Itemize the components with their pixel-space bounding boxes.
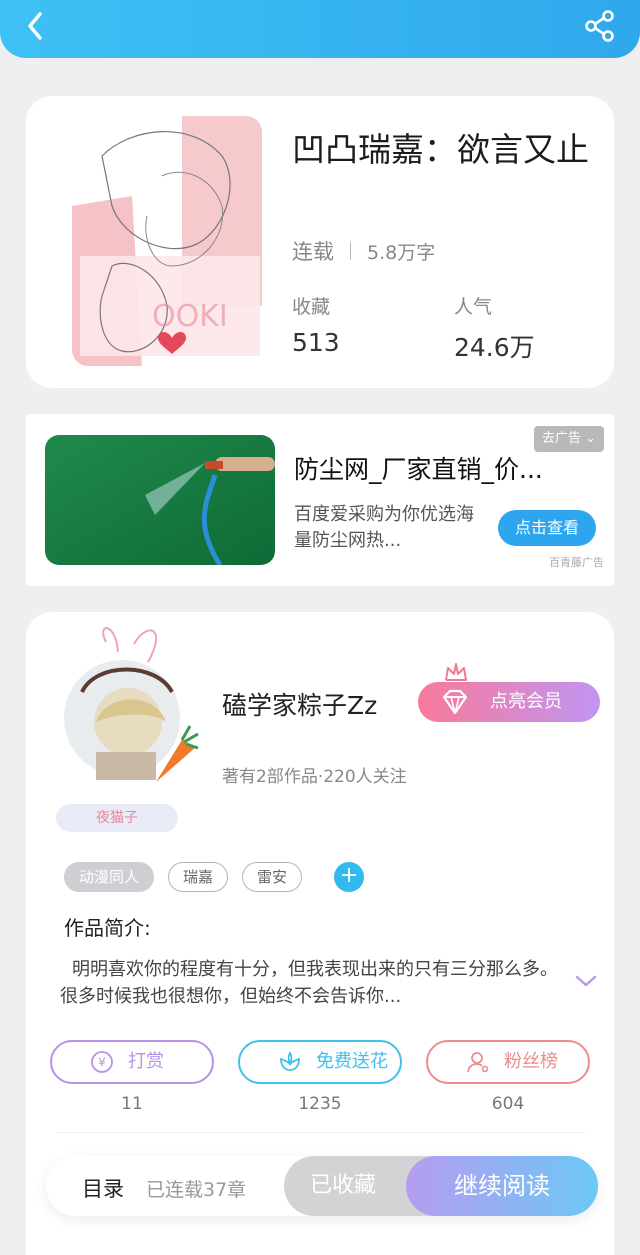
author-badge: 夜猫子 [56, 804, 178, 832]
flower-label: 免费送花 [316, 1051, 388, 1072]
user-icon [467, 1052, 489, 1073]
continue-reading-button[interactable]: 继续阅读 [406, 1156, 598, 1216]
remove-ad-button[interactable]: 去广告 ⌄ [533, 426, 604, 452]
chevron-down-icon: ⌄ [585, 431, 596, 446]
tag-item[interactable]: 雷安 [242, 862, 303, 892]
action-buttons: ¥ 打赏 免费送花 粉丝榜 [50, 1040, 590, 1086]
yen-icon: ¥ [91, 1051, 113, 1073]
divider [56, 1132, 586, 1133]
meta-divider [350, 242, 351, 260]
book-cover: OOKI [72, 116, 262, 366]
vip-button-label: 点亮会员 [490, 691, 562, 712]
fan-rank-count: 604 [491, 1094, 525, 1114]
fan-rank-button[interactable]: 粉丝榜 [426, 1040, 590, 1084]
ad-card[interactable]: 防尘网_厂家直销_价... 百度爱采购为你优选海量防尘网热... 去广告 ⌄ 点… [26, 414, 614, 586]
book-title: 凹凸瑞嘉：欲言又止 [292, 130, 589, 169]
intro-label: 作品简介: [64, 916, 151, 940]
collect-value: 513 [292, 328, 340, 357]
top-bar [0, 0, 640, 58]
flower-button[interactable]: 免费送花 [238, 1040, 402, 1084]
add-tag-button[interactable]: + [334, 862, 365, 892]
flower-icon [280, 1051, 300, 1071]
crown-icon [445, 663, 467, 681]
tag-item[interactable]: 动漫同人 [64, 862, 155, 892]
svg-text:OOKI: OOKI [152, 299, 228, 334]
book-meta: 连载 5.8万字 [292, 236, 435, 266]
diamond-icon [442, 689, 468, 715]
author-name[interactable]: 磕学家粽子Zz [222, 686, 377, 722]
chapter-count[interactable]: 已连载37章 [146, 1175, 246, 1202]
bottom-bar: 目录 已连载37章 已收藏 继续阅读 [46, 1156, 598, 1216]
ad-description: 百度爱采购为你优选海量防尘网热... [294, 504, 474, 551]
chevron-down-icon[interactable] [574, 974, 598, 988]
svg-text:¥: ¥ [98, 1056, 106, 1070]
flower-count: 1235 [298, 1094, 342, 1114]
fan-rank-label: 粉丝榜 [504, 1051, 558, 1072]
toc-button[interactable]: 目录 [82, 1173, 124, 1203]
ad-source: 百青藤广告 [549, 556, 604, 569]
popularity-value: 24.6万 [454, 333, 535, 362]
book-status: 连载 [292, 240, 334, 264]
vip-button[interactable]: 点亮会员 [418, 682, 600, 722]
intro-text: 明明喜欢你的程度有十分，但我表现出来的只有三分那么多。很多时候我也很想你，但始终… [60, 959, 558, 1007]
collect-label: 收藏 [292, 296, 331, 318]
ad-title[interactable]: 防尘网_厂家直销_价... [294, 450, 564, 486]
popularity-label: 人气 [454, 296, 493, 318]
author-avatar[interactable] [56, 622, 206, 792]
reward-label: 打赏 [128, 1051, 164, 1072]
remove-ad-label: 去广告 [541, 431, 581, 446]
reward-count: 11 [121, 1094, 143, 1114]
ad-image[interactable] [45, 435, 275, 565]
reward-button[interactable]: ¥ 打赏 [50, 1040, 214, 1084]
chevron-left-icon[interactable] [18, 8, 54, 44]
book-info-card: OOKI 凹凸瑞嘉：欲言又止 连载 5.8万字 收藏 513 人气 24.6万 [26, 96, 614, 388]
book-word-count: 5.8万字 [367, 241, 436, 264]
author-stats: 著有2部作品·220人关注 [222, 767, 407, 787]
tag-item[interactable]: 瑞嘉 [168, 862, 229, 892]
ad-view-button[interactable]: 点击查看 [498, 510, 596, 546]
tag-list: 动漫同人 瑞嘉 雷安 + [64, 862, 365, 892]
share-icon[interactable] [582, 8, 618, 44]
